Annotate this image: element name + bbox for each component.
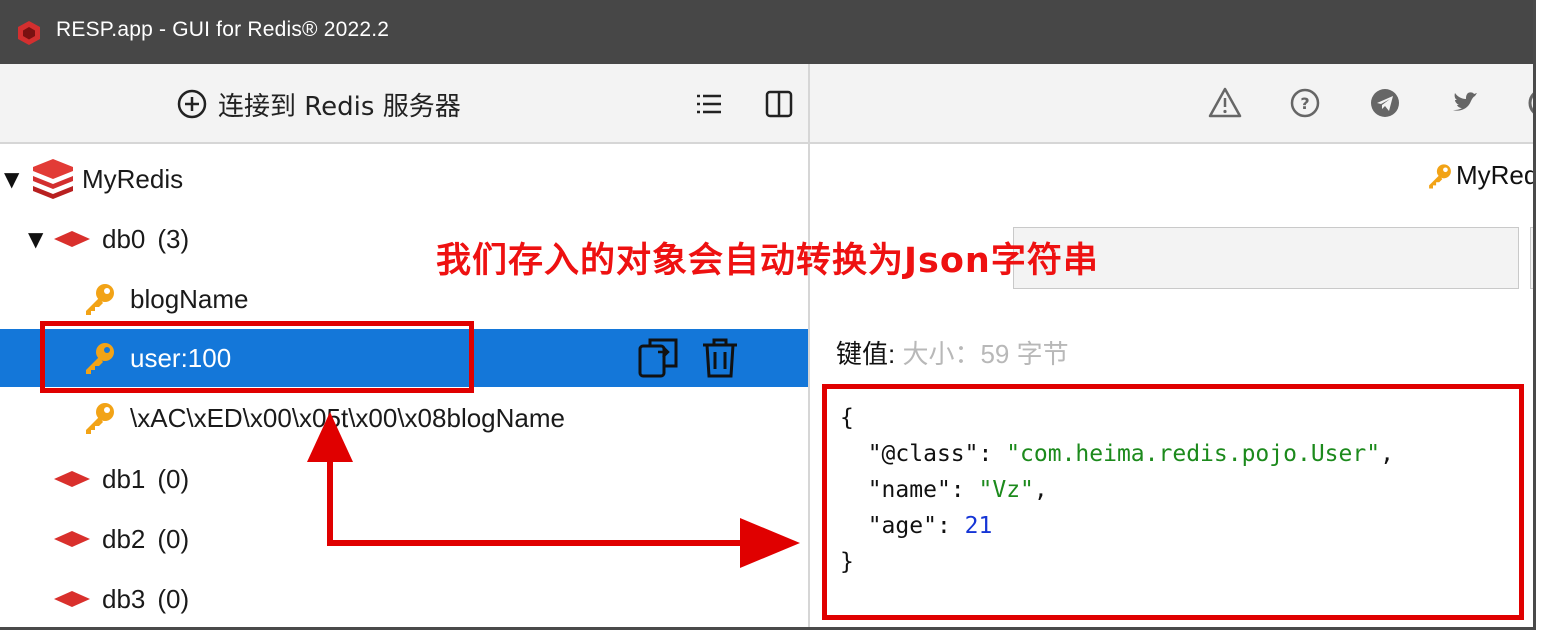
split-layout-icon[interactable] [764,89,794,119]
connect-label: 连接到 Redis 服务器 [218,91,461,122]
annotation-caption: 我们存入的对象会自动转换为Json字符串 [436,232,1099,283]
title-bar: RESP.app - GUI for Redis® 2022.2 [0,0,1533,64]
value-label: 键值: [836,339,896,369]
tree-item-connection[interactable]: ▼ MyRedis [0,150,808,208]
database-icon [54,471,90,487]
plus-circle-icon [177,89,207,119]
value-size: 大小：59 字节 [902,339,1069,369]
db-name: db1 [102,463,146,494]
json-close: } [840,549,854,575]
app-logo-icon [18,21,40,45]
help-icon[interactable]: ? [1288,86,1322,120]
json-age-value: 21 [964,513,993,539]
tree-item-key[interactable]: \xAC\xED\x00\x05t\x00\x08blogName [0,389,808,447]
key-tab-label: MyRed [1456,160,1536,190]
json-name-key: "name" [867,477,951,503]
db-name: db0 [102,223,146,254]
svg-text:?: ? [1300,94,1309,113]
db-name: db2 [102,523,146,554]
left-toolbar: 连接到 Redis 服务器 [0,64,808,144]
database-icon [54,591,90,607]
annotation-text-bold: Json [904,241,991,281]
tree-item-db3[interactable]: db3 (0) [0,570,808,627]
key-tab[interactable]: MyRed [1426,160,1536,191]
annotation-text-2: 字符串 [990,241,1099,281]
redis-stack-icon [33,159,73,199]
twitter-icon[interactable] [1448,86,1482,120]
db-name: db3 [102,583,146,614]
trash-icon[interactable] [700,336,740,380]
json-content[interactable]: { "@class": "com.heima.redis.pojo.User",… [840,400,1394,580]
warning-icon[interactable] [1208,86,1242,120]
db-count: (0) [157,523,190,554]
json-class-value: "com.heima.redis.pojo.User" [1006,441,1381,467]
key-icon [86,403,114,434]
expand-arrow-icon[interactable]: ▼ [4,167,26,191]
highlight-box [40,321,474,393]
list-icon[interactable] [694,89,724,119]
annotation-text-1: 我们存入的对象会自动转换为 [436,241,905,281]
key-action-button[interactable] [1530,227,1533,289]
app-window: RESP.app - GUI for Redis® 2022.2 连接到 Red… [0,0,1536,630]
tree-item-db2[interactable]: db2 (0) [0,510,808,568]
copy-icon[interactable] [636,336,682,380]
connect-redis-button[interactable]: 连接到 Redis 服务器 [176,86,461,122]
key-icon [1429,163,1451,188]
pane-divider[interactable] [808,64,810,627]
key-name: blogName [130,283,249,314]
window-title: RESP.app - GUI for Redis® 2022.2 [56,18,390,41]
key-icon [86,284,114,315]
key-name: \xAC\xED\x00\x05t\x00\x08blogName [130,402,565,433]
tree-item-db1[interactable]: db1 (0) [0,450,808,508]
db-count: (3) [157,223,190,254]
db-count: (0) [157,583,190,614]
connection-name: MyRedis [82,163,184,194]
expand-arrow-icon[interactable]: ▼ [28,227,50,251]
json-age-key: "age" [867,513,937,539]
db-count: (0) [157,463,190,494]
json-name-value: "Vz" [978,477,1034,503]
database-icon [54,531,90,547]
json-class-key: "@class" [867,441,979,467]
right-toolbar: ? [810,64,1536,144]
database-icon [54,231,90,247]
telegram-icon[interactable] [1368,86,1402,120]
value-header: 键值: 大小：59 字节 [836,334,1069,371]
github-icon[interactable] [1526,86,1536,120]
json-open: { [840,405,854,431]
